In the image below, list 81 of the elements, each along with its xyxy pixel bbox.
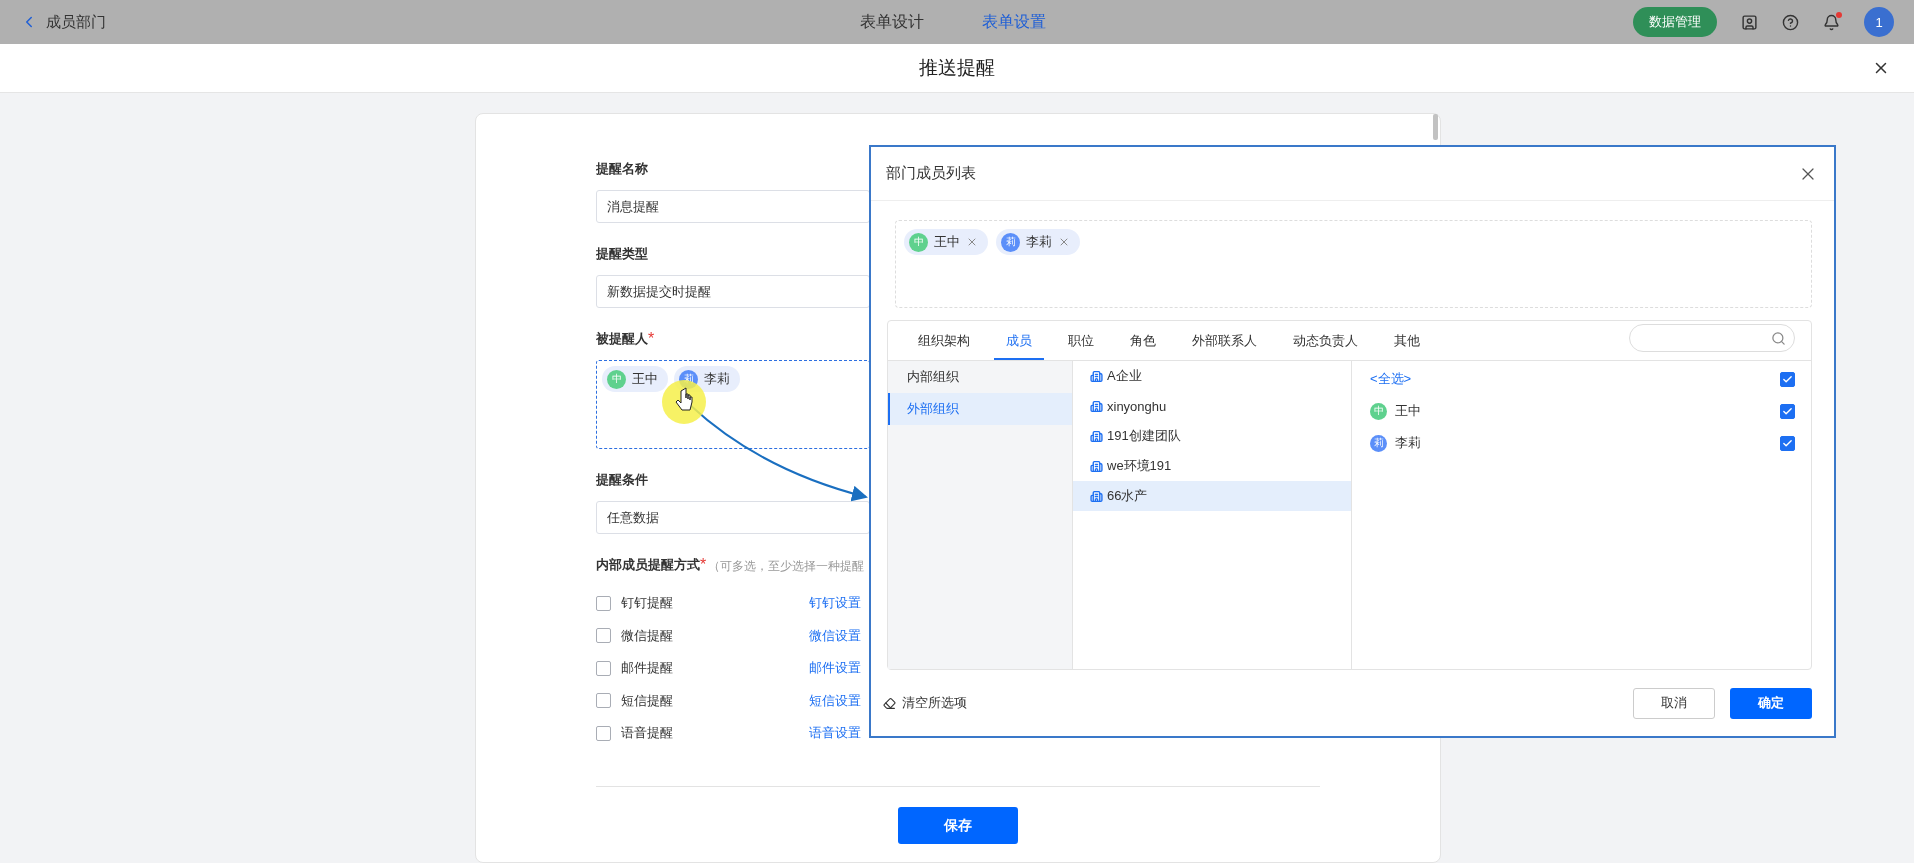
checkbox[interactable]	[1780, 435, 1795, 451]
contact-card-icon[interactable]	[1741, 13, 1758, 31]
remove-icon[interactable]	[1058, 236, 1070, 248]
picker-tab[interactable]: 角色	[1118, 321, 1168, 360]
input-field[interactable]: 任意数据	[596, 501, 870, 534]
field-label: 被提醒人	[596, 330, 648, 348]
org-item[interactable]: xinyonghu	[1073, 391, 1351, 421]
checkbox-label: 语音提醒	[621, 724, 674, 743]
required-mark: *	[700, 556, 707, 574]
building-icon	[1090, 459, 1103, 473]
check-icon	[1782, 437, 1793, 449]
hint-text: （可多选，至少选择一种提醒	[708, 558, 865, 575]
building-icon	[1090, 489, 1103, 503]
checkbox[interactable]	[1780, 403, 1795, 419]
org-item[interactable]: 191创建团队	[1073, 421, 1351, 451]
checkbox[interactable]	[596, 725, 611, 741]
checkbox[interactable]	[1780, 371, 1795, 387]
avatar: 中	[1370, 402, 1387, 420]
picker-tab[interactable]: 动态负责人	[1281, 321, 1370, 360]
building-icon	[1090, 399, 1103, 413]
dialog-title: 部门成员列表	[886, 164, 976, 183]
checkbox[interactable]	[596, 660, 611, 676]
field-label: 提醒类型	[596, 245, 648, 263]
avatar: 莉	[1001, 232, 1020, 252]
checkbox-label: 钉钉提醒	[621, 594, 674, 613]
checkbox[interactable]	[596, 595, 611, 611]
settings-link[interactable]: 邮件设置	[809, 659, 861, 678]
group-item[interactable]: 内部组织	[888, 361, 1072, 393]
picker-tab[interactable]: 职位	[1056, 321, 1106, 360]
picker-tab[interactable]: 成员	[994, 321, 1044, 360]
user-avatar[interactable]: 1	[1864, 7, 1894, 37]
field-label: 提醒条件	[596, 471, 648, 489]
clear-selection-link[interactable]: 清空所选项	[883, 694, 967, 712]
member-name: 李莉	[1395, 434, 1421, 452]
org-item[interactable]: we环境191	[1073, 451, 1351, 481]
help-icon[interactable]	[1782, 13, 1799, 31]
bell-icon[interactable]	[1823, 13, 1840, 31]
required-mark: *	[648, 330, 655, 348]
field-label: 内部成员提醒方式	[596, 556, 700, 574]
avatar: 中	[607, 369, 626, 389]
person-tag[interactable]: 中 王中	[602, 366, 668, 392]
settings-link[interactable]: 微信设置	[809, 626, 861, 645]
checkbox[interactable]	[596, 693, 611, 709]
checkbox-label: 微信提醒	[621, 626, 674, 645]
select-all-link[interactable]: <全选>	[1370, 370, 1412, 388]
checkbox[interactable]	[596, 628, 611, 644]
eraser-icon	[883, 696, 896, 710]
checkbox-label: 邮件提醒	[621, 659, 674, 678]
avatar: 莉	[1370, 434, 1387, 452]
check-icon	[1782, 405, 1793, 417]
field-label: 提醒名称	[596, 160, 648, 178]
member-name: 王中	[1395, 402, 1421, 420]
data-management-button[interactable]: 数据管理	[1633, 7, 1717, 37]
settings-link[interactable]: 短信设置	[809, 691, 861, 710]
input-field[interactable]: 消息提醒	[596, 190, 870, 223]
nav-tab[interactable]: 表单设计	[860, 11, 924, 33]
org-item[interactable]: 66水产	[1073, 481, 1351, 511]
scrollbar-thumb[interactable]	[1433, 114, 1438, 140]
input-field[interactable]: 新数据提交时提醒	[596, 275, 870, 308]
picker-tab[interactable]: 其他	[1382, 321, 1432, 360]
search-icon[interactable]	[1771, 330, 1786, 346]
settings-link[interactable]: 语音设置	[809, 724, 861, 743]
group-item[interactable]: 外部组织	[888, 393, 1072, 425]
building-icon	[1090, 429, 1103, 443]
picker-tab[interactable]: 外部联系人	[1180, 321, 1269, 360]
back-link[interactable]: 成员部门	[20, 12, 106, 32]
building-icon	[1090, 369, 1103, 383]
checkbox-label: 短信提醒	[621, 691, 674, 710]
confirm-button[interactable]: 确定	[1730, 687, 1812, 719]
person-tag[interactable]: 莉 李莉	[996, 229, 1080, 255]
settings-link[interactable]: 钉钉设置	[809, 594, 861, 613]
org-item[interactable]: A企业	[1073, 361, 1351, 391]
picker-tab[interactable]: 组织架构	[906, 321, 982, 360]
avatar: 中	[909, 232, 928, 252]
person-tag[interactable]: 中 王中	[904, 229, 988, 255]
cancel-button[interactable]: 取消	[1633, 687, 1715, 719]
check-icon	[1782, 373, 1793, 385]
remove-icon[interactable]	[966, 236, 978, 248]
selected-members-field[interactable]: 中 王中 莉 李莉	[895, 220, 1812, 308]
save-button[interactable]: 保存	[898, 807, 1018, 844]
page-title: 推送提醒	[919, 56, 995, 80]
